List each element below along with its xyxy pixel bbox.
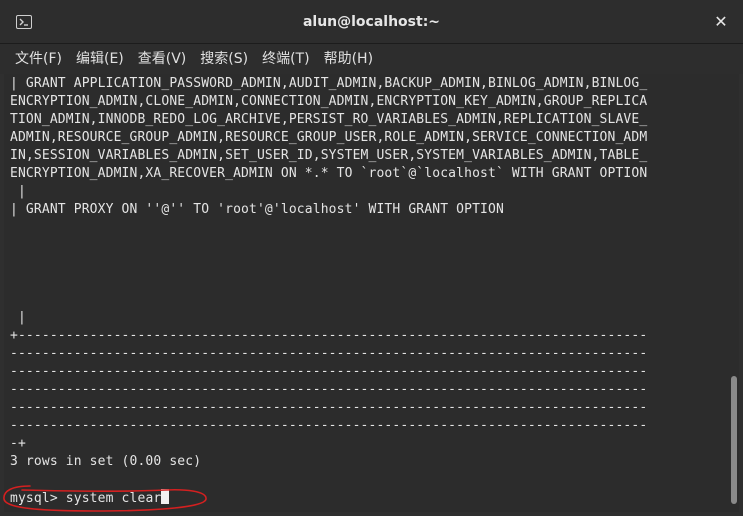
terminal-line: | — [10, 310, 26, 325]
terminal-window: alun@localhost:~ ✕ 文件(F) 编辑(E) 查看(V) 搜索(… — [0, 0, 743, 516]
red-highlight-ellipse — [3, 485, 207, 512]
terminal-line: ----------------------------------------… — [10, 400, 648, 415]
terminal-line: ENCRYPTION_ADMIN,XA_RECOVER_ADMIN ON *.*… — [10, 166, 648, 181]
close-icon[interactable]: ✕ — [711, 12, 731, 32]
menu-search[interactable]: 搜索(S) — [193, 44, 255, 74]
terminal-line: | GRANT PROXY ON ''@'' TO 'root'@'localh… — [10, 202, 504, 217]
terminal-line: ----------------------------------------… — [10, 382, 648, 397]
title-bar[interactable]: alun@localhost:~ ✕ — [0, 0, 743, 44]
menu-bar: 文件(F) 编辑(E) 查看(V) 搜索(S) 终端(T) 帮助(H) — [0, 44, 743, 74]
terminal-output[interactable]: | GRANT APPLICATION_PASSWORD_ADMIN,AUDIT… — [4, 74, 739, 512]
terminal-line: ENCRYPTION_ADMIN,CLONE_ADMIN,CONNECTION_… — [10, 94, 648, 109]
terminal-line: ----------------------------------------… — [10, 418, 648, 433]
terminal-line: ADMIN,RESOURCE_GROUP_ADMIN,RESOURCE_GROU… — [10, 130, 648, 145]
window-title: alun@localhost:~ — [302, 14, 441, 30]
menu-edit[interactable]: 编辑(E) — [69, 44, 131, 74]
terminal-line: | — [10, 184, 26, 199]
terminal-line: ----------------------------------------… — [10, 364, 648, 379]
menu-help[interactable]: 帮助(H) — [317, 44, 380, 74]
terminal-line: +---------------------------------------… — [10, 328, 648, 343]
menu-view[interactable]: 查看(V) — [131, 44, 194, 74]
menu-terminal[interactable]: 终端(T) — [255, 44, 316, 74]
terminal-line: TION_ADMIN,INNODB_REDO_LOG_ARCHIVE,PERSI… — [10, 112, 648, 127]
terminal-line: ----------------------------------------… — [10, 346, 648, 361]
scrollbar-thumb[interactable] — [731, 376, 737, 504]
terminal-line: 3 rows in set (0.00 sec) — [10, 454, 202, 469]
terminal-line: -+ — [10, 436, 26, 451]
terminal-line: IN,SESSION_VARIABLES_ADMIN,SET_USER_ID,S… — [10, 148, 648, 163]
terminal-line: | GRANT APPLICATION_PASSWORD_ADMIN,AUDIT… — [10, 76, 648, 91]
menu-file[interactable]: 文件(F) — [8, 44, 69, 74]
